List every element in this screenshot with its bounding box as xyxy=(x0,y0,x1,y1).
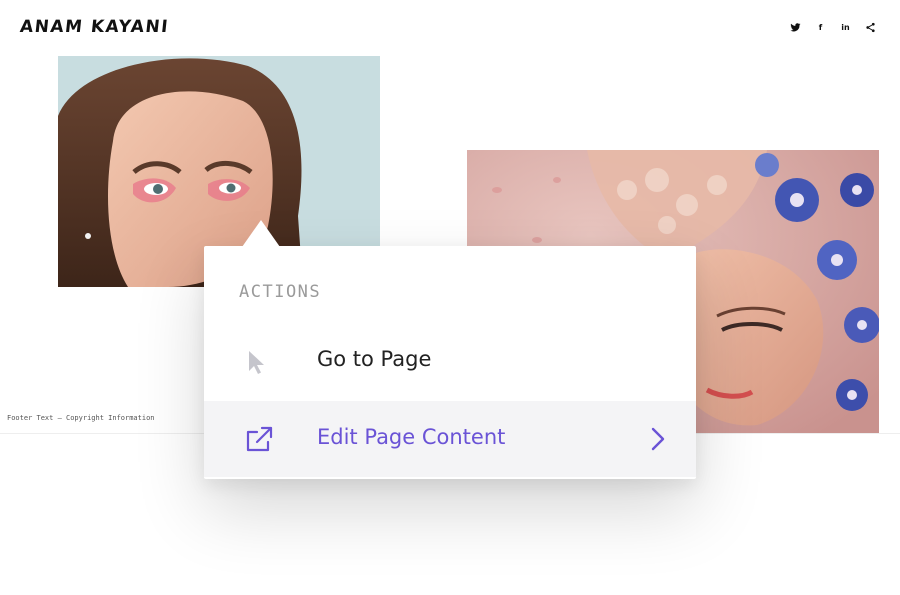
site-title[interactable]: ANAM KAYANI xyxy=(19,17,170,37)
chevron-right-icon xyxy=(650,426,666,452)
share-icon[interactable] xyxy=(865,22,876,33)
actions-heading: ACTIONS xyxy=(239,282,322,302)
go-to-page-action[interactable]: Go to Page xyxy=(204,323,696,399)
actions-popover: ACTIONS Go to Page Edit Page Content xyxy=(204,220,696,479)
linkedin-icon[interactable]: in xyxy=(840,22,851,33)
go-to-page-label: Go to Page xyxy=(317,347,432,371)
footer-text: Footer Text – Copyright Information xyxy=(7,414,155,422)
edit-page-content-label: Edit Page Content xyxy=(317,425,506,449)
edit-page-content-action[interactable]: Edit Page Content xyxy=(204,401,696,477)
external-link-icon xyxy=(244,425,274,455)
twitter-icon[interactable] xyxy=(790,22,801,33)
cursor-pointer-icon xyxy=(244,347,274,377)
popover-arrow xyxy=(242,220,280,247)
facebook-icon[interactable]: f xyxy=(815,22,826,33)
social-links: f in xyxy=(790,22,876,33)
